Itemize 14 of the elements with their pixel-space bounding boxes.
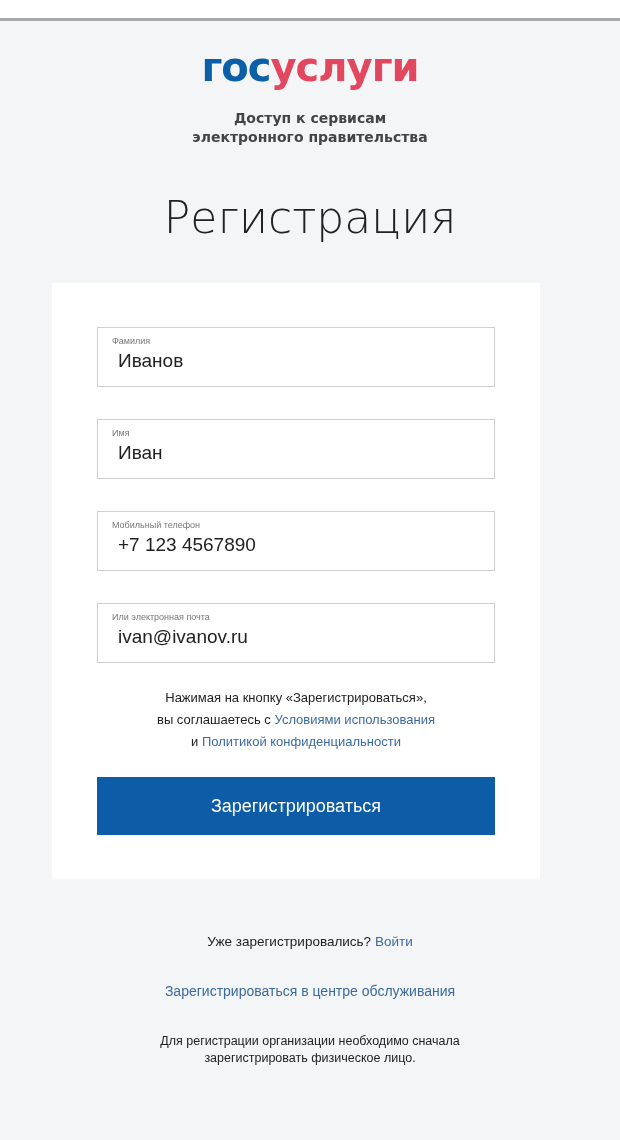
terms-link[interactable]: Условиями использования [274, 712, 435, 727]
privacy-link[interactable]: Политикой конфиденциальности [202, 734, 401, 749]
terms-text: Нажимая на кнопку «Зарегистрироваться», вы соглашаетесь с Условиями использования и Политикой конфиденциальности [156, 689, 436, 751]
note-text: Для регистрации организации необходимо сначала зарегистрировать физическое лицо. [159, 1033, 461, 1067]
input-field[interactable]: Мобильный телефон +7 123 4567890 [97, 511, 495, 571]
login-link[interactable]: Войти [374, 934, 413, 949]
tagline: Доступ к сервисам электронного правительства [192, 109, 428, 147]
register-button[interactable]: Зарегистрироваться [97, 777, 495, 835]
input-field[interactable]: Имя Иван [97, 419, 495, 479]
input-field[interactable]: Фамилия Иванов [97, 327, 495, 387]
login-text: Уже зарегистрировались? Войти [207, 934, 413, 949]
page-title: Регистрация [163, 192, 457, 243]
service-center-link[interactable]: Зарегистрироваться в центре обслуживания [164, 983, 456, 999]
input-field[interactable]: Или электронная почта ivan@ivanov.ru [97, 603, 495, 663]
